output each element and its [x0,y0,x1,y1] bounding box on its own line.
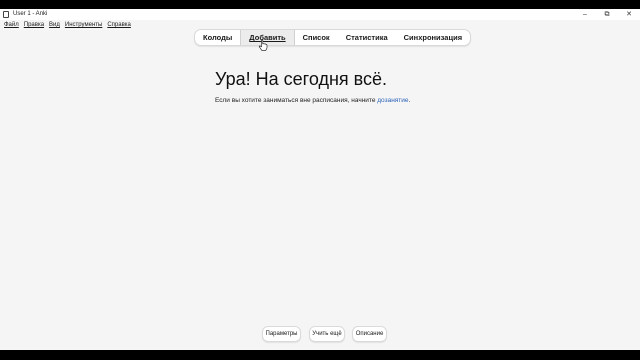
tab-browse[interactable]: Список [295,30,338,45]
menu-file[interactable]: Файл [4,20,19,31]
tab-stats[interactable]: Статистика [338,30,396,45]
description-button[interactable]: Описание [352,326,387,342]
restore-button[interactable]: ⧉ [596,9,618,20]
close-button[interactable]: ✕ [618,9,640,20]
menu-tools[interactable]: Инструменты [65,20,102,31]
title-bar: User 1 - Anki – ⧉ ✕ [0,9,640,20]
hand-cursor-icon [258,39,268,51]
subtext-suffix: . [408,97,411,104]
options-button[interactable]: Параметры [262,326,301,342]
bottom-bar: Параметры Учить ещё Описание [0,326,640,342]
minimize-button[interactable]: – [574,9,596,20]
anki-app-icon [3,11,9,18]
top-toolbar: Колоды Добавить Список Статистика Синхро… [194,29,472,46]
congrats-subtext: Если вы хотите заниматься вне расписания… [215,97,410,104]
menu-help[interactable]: Справка [107,20,131,31]
subtext-prefix: Если вы хотите заниматься вне расписания… [215,97,378,104]
app-window: User 1 - Anki – ⧉ ✕ Файл Правка Вид Инст… [0,9,640,350]
menu-edit[interactable]: Правка [24,20,44,31]
study-more-button[interactable]: Учить ещё [309,326,345,342]
congrats-headline: Ура! На сегодня всё. [215,69,388,89]
custom-study-link[interactable]: дозанятие [377,97,408,104]
tab-sync[interactable]: Синхронизация [396,30,470,45]
tab-decks[interactable]: Колоды [195,30,240,45]
menu-view[interactable]: Вид [49,20,60,31]
window-controls: – ⧉ ✕ [574,9,640,20]
window-title: User 1 - Anki [13,11,48,17]
